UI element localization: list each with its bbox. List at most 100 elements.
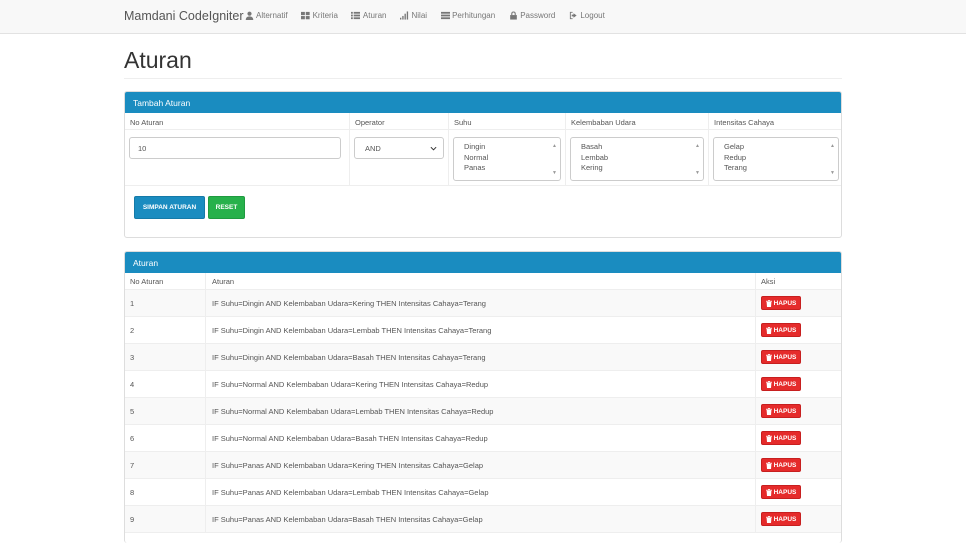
intensitas-option[interactable]: Gelap bbox=[724, 142, 828, 153]
nav-item-alternatif[interactable]: Alternatif bbox=[244, 11, 288, 20]
rule-number: 7 bbox=[125, 452, 206, 478]
form-button-row: SIMPAN ATURAN RESET bbox=[125, 186, 841, 229]
delete-rule-button[interactable]: HAPUS bbox=[761, 296, 801, 310]
delete-label: HAPUS bbox=[773, 488, 797, 496]
rules-list-panel: Aturan No Aturan Aturan Aksi 1 IF Suhu=Di… bbox=[124, 251, 842, 543]
delete-label: HAPUS bbox=[773, 380, 797, 388]
trash-icon bbox=[765, 488, 772, 496]
add-rule-panel: Tambah Aturan No Aturan Operator Suhu Ke… bbox=[124, 91, 842, 238]
delete-rule-button[interactable]: HAPUS bbox=[761, 404, 801, 418]
kelembaban-option[interactable]: Basah bbox=[581, 142, 693, 153]
table-row: 7 IF Suhu=Panas AND Kelembaban Udara=Keri… bbox=[125, 452, 841, 479]
suhu-multiselect[interactable]: Dingin Normal Panas ▲ ▼ bbox=[453, 137, 561, 181]
rules-table: No Aturan Aturan Aksi 1 IF Suhu=Dingin AN… bbox=[125, 273, 841, 533]
scroll-down-icon[interactable]: ▼ bbox=[695, 168, 700, 179]
header-suhu: Suhu bbox=[449, 113, 566, 130]
table-row: 6 IF Suhu=Normal AND Kelembaban Udara=Bas… bbox=[125, 425, 841, 452]
delete-rule-button[interactable]: HAPUS bbox=[761, 431, 801, 445]
rule-text: IF Suhu=Normal AND Kelembaban Udara=Lemb… bbox=[206, 398, 756, 424]
suhu-option[interactable]: Normal bbox=[464, 153, 550, 164]
signal-icon bbox=[400, 11, 410, 20]
suhu-scrollbar[interactable]: ▲ ▼ bbox=[550, 139, 559, 179]
log-out-icon bbox=[568, 11, 578, 20]
navbar-brand[interactable]: Mamdani CodeIgniter bbox=[124, 9, 244, 23]
suhu-option[interactable]: Panas bbox=[464, 163, 550, 174]
rule-text: IF Suhu=Panas AND Kelembaban Udara=Kerin… bbox=[206, 452, 756, 478]
th-large-icon bbox=[301, 11, 311, 20]
rule-actions: HAPUS bbox=[756, 371, 841, 397]
lock-icon bbox=[508, 11, 518, 20]
trash-icon bbox=[765, 515, 772, 523]
scroll-up-icon[interactable]: ▲ bbox=[695, 141, 700, 152]
rule-text: IF Suhu=Normal AND Kelembaban Udara=Keri… bbox=[206, 371, 756, 397]
navbar: Mamdani CodeIgniter Alternatif Kriteria … bbox=[0, 0, 966, 34]
delete-label: HAPUS bbox=[773, 299, 797, 307]
trash-icon bbox=[765, 299, 772, 307]
delete-label: HAPUS bbox=[773, 515, 797, 523]
nav-item-password[interactable]: Password bbox=[508, 11, 555, 20]
trash-icon bbox=[765, 326, 772, 334]
cell-intensitas: Gelap Redup Terang ▲ ▼ bbox=[709, 130, 841, 186]
title-divider bbox=[124, 78, 842, 79]
nav-item-perhitungan[interactable]: Perhitungan bbox=[440, 11, 495, 20]
table-row: 9 IF Suhu=Panas AND Kelembaban Udara=Basa… bbox=[125, 506, 841, 533]
trash-icon bbox=[765, 407, 772, 415]
kelembaban-multiselect[interactable]: Basah Lembab Kering ▲ ▼ bbox=[570, 137, 704, 181]
rule-actions: HAPUS bbox=[756, 479, 841, 505]
rule-text: IF Suhu=Panas AND Kelembaban Udara=Lemba… bbox=[206, 479, 756, 505]
delete-rule-button[interactable]: HAPUS bbox=[761, 350, 801, 364]
user-icon bbox=[244, 11, 254, 20]
operator-select-value: AND bbox=[365, 144, 381, 153]
rule-actions: HAPUS bbox=[756, 425, 841, 451]
list-icon bbox=[351, 11, 361, 20]
nav-item-label: Aturan bbox=[362, 11, 387, 20]
scroll-up-icon[interactable]: ▲ bbox=[830, 141, 835, 152]
rule-number: 6 bbox=[125, 425, 206, 451]
delete-rule-button[interactable]: HAPUS bbox=[761, 323, 801, 337]
nav-item-label: Logout bbox=[580, 11, 605, 20]
scroll-down-icon[interactable]: ▼ bbox=[552, 168, 557, 179]
kelembaban-option[interactable]: Lembab bbox=[581, 153, 693, 164]
rule-number: 1 bbox=[125, 290, 206, 316]
rules-table-header: No Aturan Aturan Aksi bbox=[125, 273, 841, 290]
nav-item-label: Password bbox=[520, 11, 556, 20]
intensitas-multiselect[interactable]: Gelap Redup Terang ▲ ▼ bbox=[713, 137, 839, 181]
scroll-down-icon[interactable]: ▼ bbox=[830, 168, 835, 179]
trash-icon bbox=[765, 461, 772, 469]
scroll-up-icon[interactable]: ▲ bbox=[552, 141, 557, 152]
no-aturan-input[interactable]: 10 bbox=[129, 137, 341, 159]
rule-actions: HAPUS bbox=[756, 344, 841, 370]
nav-item-nilai[interactable]: Nilai bbox=[400, 11, 428, 20]
rules-list-panel-heading: Aturan bbox=[125, 252, 841, 273]
rule-text: IF Suhu=Dingin AND Kelembaban Udara=Lemb… bbox=[206, 317, 756, 343]
delete-rule-button[interactable]: HAPUS bbox=[761, 458, 801, 472]
rule-number: 5 bbox=[125, 398, 206, 424]
delete-label: HAPUS bbox=[773, 407, 797, 415]
intensitas-option[interactable]: Terang bbox=[724, 163, 828, 174]
nav-item-label: Nilai bbox=[411, 11, 428, 20]
save-rule-button[interactable]: SIMPAN ATURAN bbox=[134, 196, 205, 219]
nav-item-aturan[interactable]: Aturan bbox=[351, 11, 387, 20]
operator-select[interactable]: AND bbox=[354, 137, 444, 159]
nav-item-kriteria[interactable]: Kriteria bbox=[301, 11, 338, 20]
suhu-option[interactable]: Dingin bbox=[464, 142, 550, 153]
nav-menu: Alternatif Kriteria Aturan Nilai Perhitu… bbox=[244, 11, 618, 20]
delete-rule-button[interactable]: HAPUS bbox=[761, 377, 801, 391]
header-kelembaban: Kelembaban Udara bbox=[566, 113, 709, 130]
intensitas-option[interactable]: Redup bbox=[724, 153, 828, 164]
rule-text: IF Suhu=Normal AND Kelembaban Udara=Basa… bbox=[206, 425, 756, 451]
trash-icon bbox=[765, 353, 772, 361]
table-row: 2 IF Suhu=Dingin AND Kelembaban Udara=Lem… bbox=[125, 317, 841, 344]
delete-rule-button[interactable]: HAPUS bbox=[761, 512, 801, 526]
rule-number: 3 bbox=[125, 344, 206, 370]
rule-text: IF Suhu=Panas AND Kelembaban Udara=Basah… bbox=[206, 506, 756, 532]
kelembaban-option[interactable]: Kering bbox=[581, 163, 693, 174]
kelembaban-scrollbar[interactable]: ▲ ▼ bbox=[693, 139, 702, 179]
reset-button[interactable]: RESET bbox=[208, 196, 245, 219]
nav-item-logout[interactable]: Logout bbox=[568, 11, 605, 20]
delete-rule-button[interactable]: HAPUS bbox=[761, 485, 801, 499]
intensitas-scrollbar[interactable]: ▲ ▼ bbox=[828, 139, 837, 179]
rule-actions: HAPUS bbox=[756, 317, 841, 343]
rule-actions: HAPUS bbox=[756, 452, 841, 478]
rule-text: IF Suhu=Dingin AND Kelembaban Udara=Keri… bbox=[206, 290, 756, 316]
